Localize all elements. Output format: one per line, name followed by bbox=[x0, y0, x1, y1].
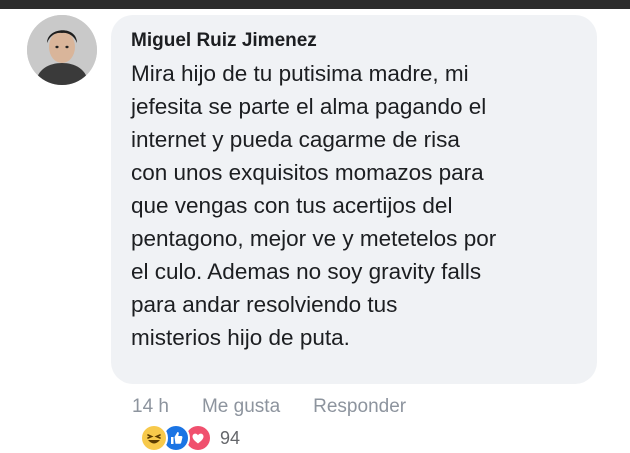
comment-line: para andar resolviendo tus bbox=[131, 292, 398, 317]
comment-line: pentagono, mejor ve y metetelos por bbox=[131, 226, 497, 251]
avatar[interactable] bbox=[27, 15, 97, 85]
comment-line: el culo. Ademas no soy gravity falls bbox=[131, 259, 482, 284]
reactions-summary[interactable]: 94 bbox=[140, 424, 240, 452]
comment-line: que vengas con tus acertijos del bbox=[131, 193, 453, 218]
user-photo bbox=[27, 15, 97, 85]
top-border bbox=[0, 0, 630, 9]
reaction-count[interactable]: 94 bbox=[220, 428, 240, 449]
comment-line: misterios hijo de puta. bbox=[131, 325, 350, 350]
comment-line: con unos exquisitos momazos para bbox=[131, 160, 484, 185]
comment-text: Mira hijo de tu putisima madre, mi jefes… bbox=[131, 57, 579, 354]
reply-button[interactable]: Responder bbox=[313, 396, 406, 418]
comment-actions: 14 h Me gusta Responder bbox=[132, 394, 406, 420]
like-button[interactable]: Me gusta bbox=[202, 396, 280, 418]
comment-author[interactable]: Miguel Ruiz Jimenez bbox=[131, 29, 579, 53]
comment-timestamp[interactable]: 14 h bbox=[132, 396, 169, 418]
comment-line: Mira hijo de tu putisima madre, mi bbox=[131, 61, 469, 86]
haha-icon bbox=[140, 424, 168, 452]
comment-bubble: Miguel Ruiz Jimenez Mira hijo de tu puti… bbox=[111, 15, 597, 384]
comment-line: jefesita se parte el alma pagando el bbox=[131, 94, 487, 119]
comment-line: internet y pueda cagarme de risa bbox=[131, 127, 460, 152]
